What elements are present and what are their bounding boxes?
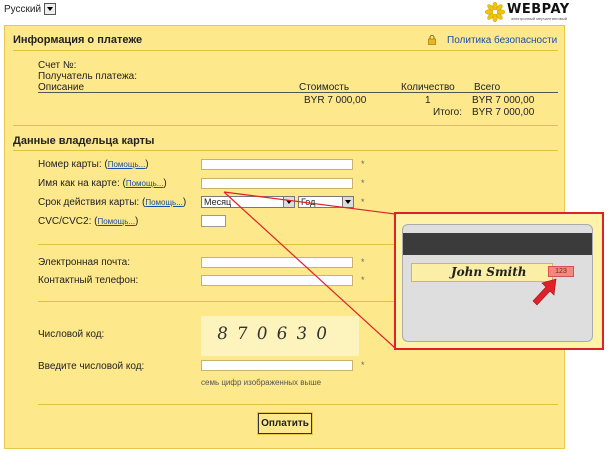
help-link[interactable]: Помощь... <box>108 160 146 169</box>
name-label: Имя как на карте: <box>38 178 120 189</box>
arrow-icon <box>532 278 557 306</box>
divider <box>13 125 558 126</box>
name-input[interactable] <box>201 178 353 189</box>
required-mark: * <box>361 360 365 370</box>
lock-icon <box>428 35 436 45</box>
pay-button[interactable]: Оплатить <box>257 412 313 435</box>
account-label: Счет №: <box>38 60 77 71</box>
language-value: Русский <box>4 3 42 15</box>
logo-word: WEBPAY <box>507 2 570 17</box>
required-mark: * <box>361 159 365 169</box>
cvc-label: CVC/CVC2: <box>38 216 92 227</box>
callout-pointer <box>223 191 396 349</box>
cvc-highlight: 123 <box>548 266 574 277</box>
code-hint: семь цифр изображенных выше <box>201 378 322 387</box>
table-header-line <box>38 92 558 93</box>
security-policy-link[interactable]: Политика безопасности <box>447 35 557 46</box>
grand-total-label: Итого: <box>433 107 462 118</box>
email-label: Электронная почта: <box>38 257 131 268</box>
sun-icon <box>485 2 505 22</box>
payment-info-title: Информация о платеже <box>13 34 143 46</box>
card-holder-title: Данные владельца карты <box>13 135 155 147</box>
row-quantity: 1 <box>425 95 431 106</box>
logo-tagline: электронный мерчантинговый <box>511 16 567 21</box>
card-number-label: Номер карты: <box>38 159 102 170</box>
help-link[interactable]: Помощь... <box>97 217 135 226</box>
enter-code-label: Введите числовой код: <box>38 361 145 372</box>
phone-label: Контактный телефон: <box>38 275 139 286</box>
name-row-label: Имя как на карте: (Помощь...) <box>38 178 167 189</box>
help-link[interactable]: Помощь... <box>145 198 183 207</box>
chevron-down-icon[interactable] <box>44 3 57 15</box>
grand-total-value: BYR 7 000,00 <box>472 107 535 118</box>
divider <box>13 150 558 151</box>
expiry-row-label: Срок действия карты: (Помощь...) <box>38 197 187 208</box>
help-link[interactable]: Помощь... <box>126 179 164 188</box>
divider <box>13 50 558 51</box>
language-select[interactable]: Русский <box>4 2 57 16</box>
card-number-input[interactable] <box>201 159 353 170</box>
numeric-code-label: Числовой код: <box>38 329 105 340</box>
expiry-label: Срок действия карты: <box>38 197 140 208</box>
card-number-row-label: Номер карты: (Помощь...) <box>38 159 149 170</box>
webpay-logo: WEBPAY электронный мерчантинговый <box>485 2 595 22</box>
magnetic-stripe <box>403 233 592 255</box>
row-cost: BYR 7 000,00 <box>304 95 367 106</box>
captcha-input[interactable] <box>201 360 353 371</box>
cvc-row-label: CVC/CVC2: (Помощь...) <box>38 216 139 227</box>
required-mark: * <box>361 178 365 188</box>
recipient-label: Получатель платежа: <box>38 71 137 82</box>
row-total: BYR 7 000,00 <box>472 95 535 106</box>
card-back-illustration: John Smith 123 <box>402 224 593 342</box>
divider <box>38 404 558 405</box>
card-holder-signature: John Smith <box>451 265 527 279</box>
